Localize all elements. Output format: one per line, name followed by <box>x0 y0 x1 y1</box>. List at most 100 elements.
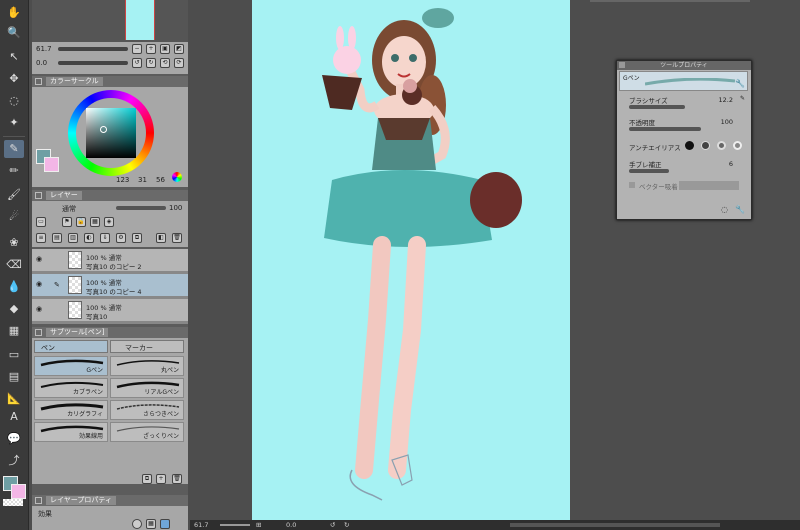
reset-view-icon[interactable]: ⟳ <box>174 58 184 68</box>
reset-icon[interactable]: ◌ <box>721 205 728 214</box>
subtool-titlebar[interactable]: サブツール[ペン] <box>32 327 188 338</box>
color-picker-handle[interactable] <box>100 126 107 133</box>
zoom-out-icon[interactable]: − <box>132 44 142 54</box>
vector-snap-checkbox[interactable] <box>629 182 635 188</box>
layer-copy-icon[interactable]: ⧉ <box>132 233 142 243</box>
brush-kabura-pen[interactable]: カブラペン <box>34 378 108 398</box>
airbrush-tool-icon[interactable]: ☄ <box>4 208 24 226</box>
tab-layer-property[interactable]: レイヤープロパティ <box>46 496 116 505</box>
visibility-eye-icon[interactable]: ◉ <box>36 256 45 263</box>
mask-icon[interactable]: ◐ <box>84 233 94 243</box>
lock-transparent-icon[interactable]: ▦ <box>90 217 100 227</box>
delete-layer-icon[interactable]: 🗑 <box>172 233 182 243</box>
antialias-strong-icon[interactable] <box>733 141 742 150</box>
visibility-eye-icon[interactable]: ◉ <box>36 306 45 313</box>
tone-effect-icon[interactable]: ▦ <box>146 519 156 529</box>
decoration-tool-icon[interactable]: ❀ <box>4 234 24 252</box>
zoom-tool-icon[interactable]: 🔍 <box>4 24 24 42</box>
zoom-in-icon[interactable]: + <box>146 44 156 54</box>
fit-view-icon[interactable]: ▣ <box>160 44 170 54</box>
subtool-copy-icon[interactable]: ⧉ <box>142 474 152 484</box>
layer-row[interactable]: ◉ ✎ 100 % 通常 写真10 のコピー 4 <box>32 274 188 297</box>
brush-size-slider[interactable] <box>629 105 685 109</box>
status-rotate-right-icon[interactable]: ↻ <box>344 520 349 530</box>
tab-subtool[interactable]: サブツール[ペン] <box>46 328 109 337</box>
tab-color-circle[interactable]: カラーサークル <box>46 77 103 86</box>
pencil-tool-icon[interactable]: ✏ <box>4 162 24 180</box>
layer-property-titlebar[interactable]: レイヤープロパティ <box>32 495 188 506</box>
layer-mask-icon[interactable]: ◧ <box>156 233 166 243</box>
window-close-icon[interactable] <box>619 62 625 68</box>
tool-property-title[interactable]: ツールプロパティ <box>617 61 751 70</box>
move-layer-icon[interactable]: ✥ <box>4 70 24 88</box>
pen-tool-icon[interactable]: ✎ <box>4 140 24 158</box>
subtool-group-pen[interactable]: ペン <box>34 340 108 353</box>
correction-tool-icon[interactable]: ⤴ <box>4 452 24 470</box>
layer-settings-icon[interactable]: ⚙ <box>116 233 126 243</box>
brush-effect-line[interactable]: 効果線用 <box>34 422 108 442</box>
new-folder-icon[interactable]: ▥ <box>68 233 78 243</box>
gradient-tool-icon[interactable]: ▦ <box>4 322 24 340</box>
layer-row[interactable]: ◉ 100 % 通常 写真10 のコピー 2 <box>32 249 188 272</box>
layer-color-effect-icon[interactable] <box>160 519 170 529</box>
fill-tool-icon[interactable]: ◆ <box>4 300 24 318</box>
subtool-delete-icon[interactable]: 🗑 <box>172 474 182 484</box>
status-zoom-slider[interactable] <box>220 524 250 526</box>
reference-layer-icon[interactable]: ⚑ <box>62 217 72 227</box>
rotate-slider[interactable] <box>58 61 128 65</box>
lasso-tool-icon[interactable]: ◌ <box>4 92 24 110</box>
frame-tool-icon[interactable]: ▤ <box>4 368 24 386</box>
subtool-group-marker[interactable]: マーカー <box>110 340 184 353</box>
stabilization-slider[interactable] <box>629 169 669 173</box>
zoom-slider[interactable] <box>58 47 128 51</box>
flip-icon[interactable]: ◩ <box>174 44 184 54</box>
tab-layer[interactable]: レイヤー <box>46 191 82 200</box>
antialias-none-icon[interactable] <box>685 141 694 150</box>
brush-size-value[interactable]: 12.2 <box>719 96 733 104</box>
merge-down-icon[interactable]: ⇓ <box>100 233 110 243</box>
sub-color-swatch[interactable] <box>11 484 26 499</box>
reset-rotation-icon[interactable]: ⟲ <box>160 58 170 68</box>
layer-color-icon[interactable]: ◈ <box>104 217 114 227</box>
antialias-weak-icon[interactable] <box>701 141 710 150</box>
lock-icon[interactable]: 🔒 <box>76 217 86 227</box>
brush-zakkuri-pen[interactable]: ざっくりペン <box>110 422 184 442</box>
balloon-tool-icon[interactable]: 💬 <box>4 430 24 448</box>
magic-wand-icon[interactable]: ✦ <box>4 114 24 132</box>
color-mode-icon[interactable] <box>172 172 182 182</box>
clip-icon[interactable]: ▭ <box>36 217 46 227</box>
subtool-new-icon[interactable]: + <box>156 474 166 484</box>
drawing-canvas[interactable] <box>252 0 570 520</box>
panel-sub-color[interactable] <box>44 157 59 172</box>
visibility-eye-icon[interactable]: ◉ <box>36 281 45 288</box>
brush-calligraphy[interactable]: カリグラフィ <box>34 400 108 420</box>
tool-property-window[interactable]: ツールプロパティ Gペン 🔧 ブラシサイズ 12.2 ✎ 不透明度 100 アン… <box>616 60 752 220</box>
opacity-value[interactable]: 100 <box>721 118 733 126</box>
hand-tool-icon[interactable]: ✋ <box>4 4 24 22</box>
pressure-icon[interactable]: ✎ <box>740 95 745 102</box>
horizontal-scrollbar[interactable] <box>510 523 720 527</box>
new-vector-layer-icon[interactable]: ▤ <box>52 233 62 243</box>
brush-saratsuki-pen[interactable]: さらつきペン <box>110 400 184 420</box>
vector-snap-options[interactable] <box>679 181 739 190</box>
layer-titlebar[interactable]: レイヤー <box>32 190 188 201</box>
blend-tool-icon[interactable]: 💧 <box>4 278 24 296</box>
navigator-thumbnail[interactable] <box>125 0 155 40</box>
border-effect-icon[interactable] <box>132 519 142 529</box>
figure-tool-icon[interactable]: ▭ <box>4 346 24 364</box>
new-raster-layer-icon[interactable]: ≡ <box>36 233 46 243</box>
status-fit-icon[interactable]: ⊞ <box>256 520 261 530</box>
layer-row[interactable]: ◉ 100 % 通常 写真10 <box>32 299 188 322</box>
wrench-icon[interactable]: 🔧 <box>735 79 745 88</box>
layer-opacity-slider[interactable] <box>116 206 166 210</box>
brush-g-pen[interactable]: Gペン <box>34 356 108 376</box>
status-rotate-icon[interactable]: ↺ <box>330 520 335 530</box>
saturation-value-square[interactable] <box>86 108 136 158</box>
transparent-color-swatch[interactable] <box>3 499 23 506</box>
settings-icon[interactable]: 🔧 <box>735 205 745 214</box>
operation-tool-icon[interactable]: ↖ <box>4 48 24 66</box>
stabilization-value[interactable]: 6 <box>729 160 733 168</box>
blend-mode-select[interactable]: 通常 <box>62 204 76 214</box>
rotate-right-icon[interactable]: ↻ <box>146 58 156 68</box>
text-tool-icon[interactable]: A <box>4 408 24 426</box>
